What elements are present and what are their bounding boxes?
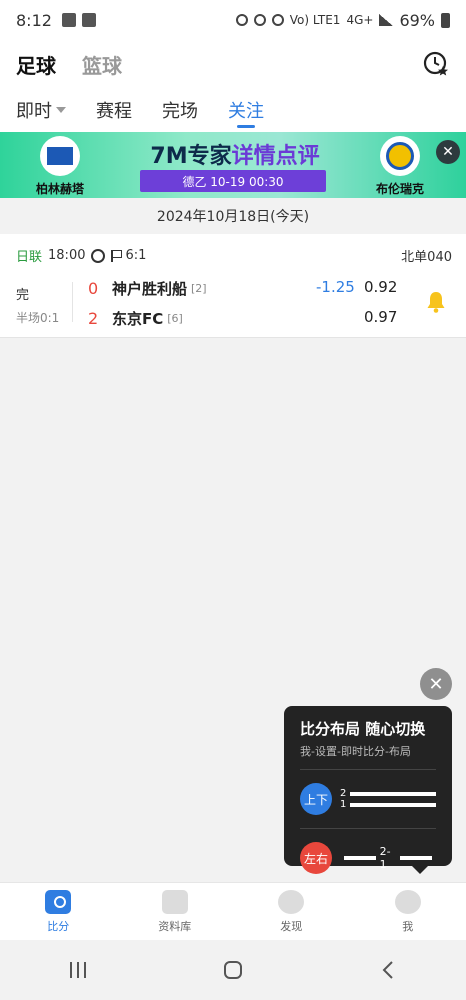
- headline-highlight: 详情点评: [231, 144, 320, 169]
- status-finished: 完: [16, 288, 30, 303]
- nav-database[interactable]: 资料库: [117, 883, 234, 940]
- tab-schedule-label: 赛程: [96, 101, 132, 122]
- handicap-line: -1.25: [316, 278, 355, 296]
- nav-discover[interactable]: 发现: [233, 883, 350, 940]
- bell-icon[interactable]: [424, 290, 448, 314]
- status-right: Vo) LTE1 4G+ 69%: [235, 10, 450, 30]
- layout-option-vertical[interactable]: 上下 2 1: [300, 780, 436, 818]
- away-team-row: 2 东京FC [6]: [88, 308, 183, 329]
- away-club: 布伦瑞克: [360, 136, 440, 197]
- app-header: 足球 篮球: [0, 40, 466, 88]
- home-team-row: 0 神户胜利船 [2]: [88, 278, 207, 299]
- horizontal-preview: 2-1: [340, 845, 436, 871]
- image-notification-icon: [61, 13, 76, 27]
- network-label: Vo) LTE1: [289, 13, 341, 27]
- match-time: 18:00: [48, 248, 86, 263]
- match-meta: 日联 18:00 6:1: [16, 246, 146, 265]
- home-team-rank: [2]: [191, 282, 207, 295]
- banner-match-info: 德乙 10-19 00:30: [140, 170, 326, 192]
- banner-close-icon[interactable]: ✕: [436, 140, 460, 164]
- football-icon: [91, 248, 106, 263]
- match-tabs: 即时 赛程 完场 关注: [0, 88, 466, 132]
- halftime-score: 半场0:1: [16, 311, 60, 325]
- preview-line2-score: 1: [340, 799, 347, 810]
- horizontal-chip: 左右: [300, 842, 332, 874]
- vertical-chip: 上下: [300, 783, 332, 815]
- back-button[interactable]: [368, 955, 408, 985]
- home-score: 0: [88, 279, 99, 298]
- match-card[interactable]: 日联 18:00 6:1 北单040 完 半场0:1 0 神户胜利船 [2] 2…: [0, 234, 466, 338]
- tab-finished-label: 完场: [162, 101, 198, 122]
- tab-football[interactable]: 足球: [16, 50, 56, 79]
- home-club-name: 柏林赫塔: [35, 182, 84, 196]
- home-odds: 0.92: [364, 278, 398, 296]
- away-team-name: 东京FC: [112, 310, 164, 328]
- away-club-name: 布伦瑞克: [375, 182, 424, 196]
- date-header: 2024年10月18日(今天): [0, 198, 466, 234]
- match-status: 完 半场0:1: [16, 284, 59, 326]
- nav-discover-label: 发现: [280, 919, 303, 933]
- scores-icon: [45, 889, 72, 914]
- profile-icon: [394, 889, 421, 914]
- home-icon: [223, 961, 242, 979]
- bottom-nav: 比分 资料库 发现 我: [0, 882, 466, 940]
- promo-banner[interactable]: 柏林赫塔 7M专家详情点评 德乙 10-19 00:30 布伦瑞克 ✕: [0, 132, 466, 198]
- nav-database-label: 资料库: [158, 919, 192, 933]
- nav-scores-label: 比分: [47, 919, 70, 933]
- hotspot-icon: [271, 14, 284, 26]
- battery-icon: [441, 12, 450, 28]
- battery-percent: 69%: [399, 10, 435, 30]
- tab-live[interactable]: 即时: [16, 88, 66, 132]
- away-odds: 0.97: [364, 308, 398, 326]
- tab-finished[interactable]: 完场: [162, 88, 198, 132]
- discover-icon: [278, 889, 305, 914]
- popup-close-icon[interactable]: ✕: [420, 668, 452, 700]
- match-code: 北单040: [401, 250, 452, 265]
- headline-prefix: 7M专家: [150, 144, 232, 169]
- layout-tip-popup: 比分布局 随心切换 我-设置-即时比分-布局 上下 2 1 左右 2-1: [284, 706, 452, 874]
- home-club: 柏林赫塔: [20, 136, 100, 197]
- tab-following[interactable]: 关注: [228, 88, 264, 132]
- popup-title: 比分布局 随心切换: [300, 720, 426, 738]
- status-time: 8:12: [16, 10, 52, 30]
- preview-line1-score: 2: [340, 788, 347, 799]
- nav-scores[interactable]: 比分: [0, 883, 117, 940]
- banner-headline: 7M专家详情点评: [130, 138, 340, 170]
- divider: [72, 282, 73, 322]
- preview-score: 2-1: [379, 845, 391, 871]
- hertha-crest-icon: [40, 136, 80, 176]
- popup-subtitle: 我-设置-即时比分-布局: [300, 745, 411, 758]
- vertical-preview: 2 1: [340, 788, 436, 810]
- tab-live-label: 即时: [16, 101, 52, 122]
- popup-divider: [300, 828, 436, 829]
- tab-schedule[interactable]: 赛程: [96, 88, 132, 132]
- corner-count: 6:1: [125, 248, 147, 263]
- mute-icon: [253, 14, 266, 26]
- system-nav-bar: [0, 940, 466, 1000]
- popup-divider: [300, 769, 436, 770]
- away-score: 2: [88, 309, 99, 328]
- braunschweig-crest-icon: [380, 136, 420, 176]
- back-chevron-icon: [382, 961, 394, 979]
- signal-icon: [379, 14, 394, 26]
- recents-icon: [69, 962, 86, 978]
- status-bar: 8:12 Vo) LTE1 4G+ 69%: [0, 0, 466, 40]
- corner-flag-icon: [111, 249, 123, 262]
- nav-me-label: 我: [402, 919, 414, 933]
- dropdown-caret-icon: [56, 107, 66, 113]
- recents-button[interactable]: [58, 955, 98, 985]
- signal-label: 4G+: [346, 13, 374, 27]
- layout-option-horizontal[interactable]: 左右 2-1: [300, 839, 436, 877]
- tab-following-label: 关注: [228, 101, 264, 122]
- alarm-icon: [235, 14, 248, 26]
- check-notification-icon: [81, 13, 96, 27]
- clock-star-icon[interactable]: [422, 50, 450, 78]
- home-button[interactable]: [213, 955, 253, 985]
- home-team-name: 神户胜利船: [112, 280, 188, 298]
- folder-icon: [161, 889, 188, 914]
- nav-me[interactable]: 我: [350, 883, 466, 940]
- league-name[interactable]: 日联: [16, 246, 42, 265]
- tab-basketball[interactable]: 篮球: [82, 50, 122, 79]
- away-team-rank: [6]: [167, 312, 183, 325]
